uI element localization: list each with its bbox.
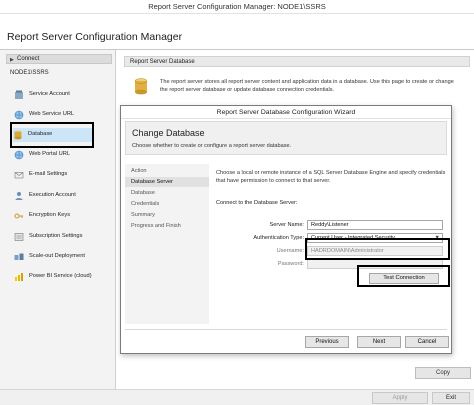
sidebar-item-label: Service Account: [29, 91, 70, 97]
sidebar-item-label: Power BI Service (cloud): [29, 273, 92, 279]
wizard-heading: Change Database: [132, 128, 205, 138]
execution-account-icon: [15, 192, 23, 200]
page-description: The report server stores all report serv…: [160, 79, 454, 93]
exit-button[interactable]: Exit: [432, 392, 470, 404]
email-icon: [14, 172, 24, 179]
server-node: NODE1\SSRS: [10, 70, 49, 76]
sidebar-item-email-settings[interactable]: E-mail Settings: [14, 168, 112, 182]
sidebar-item-label: Subscription Settings: [29, 233, 83, 239]
database-icon: [134, 78, 148, 95]
wizard-step-database-server[interactable]: Database Server: [125, 177, 209, 187]
connect-button[interactable]: ▶ Connect: [6, 54, 112, 64]
sidebar-item-web-portal-url[interactable]: Web Portal URL: [14, 148, 112, 162]
key-icon: [14, 213, 23, 219]
database-configuration-wizard: Report Server Database Configuration Wiz…: [120, 105, 452, 354]
previous-button[interactable]: Previous: [305, 336, 349, 348]
sidebar-item-label: Scale-out Deployment: [29, 253, 85, 259]
apply-button[interactable]: Apply: [372, 392, 428, 404]
globe-icon: [14, 110, 24, 120]
wizard-step-label: Credentials: [131, 201, 160, 207]
sidebar-item-label: E-mail Settings: [29, 171, 68, 177]
sidebar-item-power-bi-service[interactable]: Power BI Service (cloud): [14, 270, 112, 284]
sidebar-item-scale-out-deployment[interactable]: Scale-out Deployment: [14, 250, 112, 264]
sidebar-item-label: Web Portal URL: [29, 151, 70, 157]
subscription-icon: [14, 233, 24, 241]
app-header: Report Server Configuration Manager: [0, 14, 474, 50]
annotation-box-database: [10, 122, 94, 148]
wizard-step-database[interactable]: Database: [125, 188, 209, 198]
wizard-title: Report Server Database Configuration Wiz…: [216, 108, 356, 116]
scale-out-icon: [14, 253, 24, 260]
connect-section-label: Connect to the Database Server:: [216, 200, 298, 206]
section-title: Report Server Database: [130, 58, 195, 65]
sidebar-item-subscription-settings[interactable]: Subscription Settings: [14, 230, 112, 244]
wizard-header: Change Database Choose whether to create…: [125, 121, 447, 155]
connect-label: Connect: [17, 56, 40, 62]
username-label: Username:: [276, 248, 304, 254]
sidebar-item-web-service-url[interactable]: Web Service URL: [14, 108, 112, 122]
authentication-type-label: Authentication Type:: [253, 235, 304, 241]
wizard-step-label: Progress and Finish: [131, 223, 181, 229]
window-title: Report Server Configuration Manager: NOD…: [148, 2, 326, 11]
wizard-step-label: Action: [131, 168, 147, 174]
wizard-step-credentials[interactable]: Credentials: [125, 199, 209, 209]
divider: [125, 329, 447, 330]
globe-icon: [14, 150, 24, 160]
wizard-step-action[interactable]: Action: [125, 166, 209, 176]
sidebar-item-execution-account[interactable]: Execution Account: [14, 189, 112, 203]
password-label: Password:: [277, 261, 304, 267]
wizard-title-bar: Report Server Database Configuration Wiz…: [121, 106, 451, 119]
wizard-steps: Action Database Server Database Credenti…: [125, 164, 209, 324]
sidebar-item-label: Web Service URL: [29, 111, 75, 117]
annotation-box-server-name: [305, 238, 450, 260]
annotation-box-test-connection: [357, 265, 450, 287]
wizard-step-label: Summary: [131, 212, 155, 218]
sidebar-item-label: Encryption Keys: [29, 212, 71, 218]
wizard-step-progress-and-finish[interactable]: Progress and Finish: [125, 221, 209, 231]
server-name-label: Server Name:: [269, 222, 304, 228]
app-title: Report Server Configuration Manager: [7, 31, 183, 43]
cancel-button[interactable]: Cancel: [405, 336, 449, 348]
sidebar: ▶ Connect NODE1\SSRS Service Account Web…: [0, 50, 116, 389]
window-title-bar: Report Server Configuration Manager: NOD…: [0, 0, 474, 14]
wizard-step-label: Database Server: [131, 179, 173, 185]
wizard-step-label: Database: [131, 190, 155, 196]
next-button[interactable]: Next: [357, 336, 401, 348]
server-name-input[interactable]: Reddy\Listener: [307, 220, 443, 230]
wizard-subtitle: Choose whether to create or configure a …: [132, 143, 292, 149]
sidebar-item-service-account[interactable]: Service Account: [14, 88, 112, 102]
wizard-step-summary[interactable]: Summary: [125, 210, 209, 220]
power-bi-icon: [15, 273, 23, 281]
service-account-icon: [15, 90, 23, 99]
wizard-description: Choose a local or remote instance of a S…: [216, 170, 446, 184]
sidebar-item-label: Execution Account: [29, 192, 76, 198]
copy-button[interactable]: Copy: [415, 367, 471, 379]
sidebar-item-encryption-keys[interactable]: Encryption Keys: [14, 209, 112, 223]
section-header: Report Server Database: [124, 56, 470, 67]
bottom-bar: Apply Exit: [0, 389, 474, 405]
expand-triangle-icon: ▶: [10, 57, 14, 63]
